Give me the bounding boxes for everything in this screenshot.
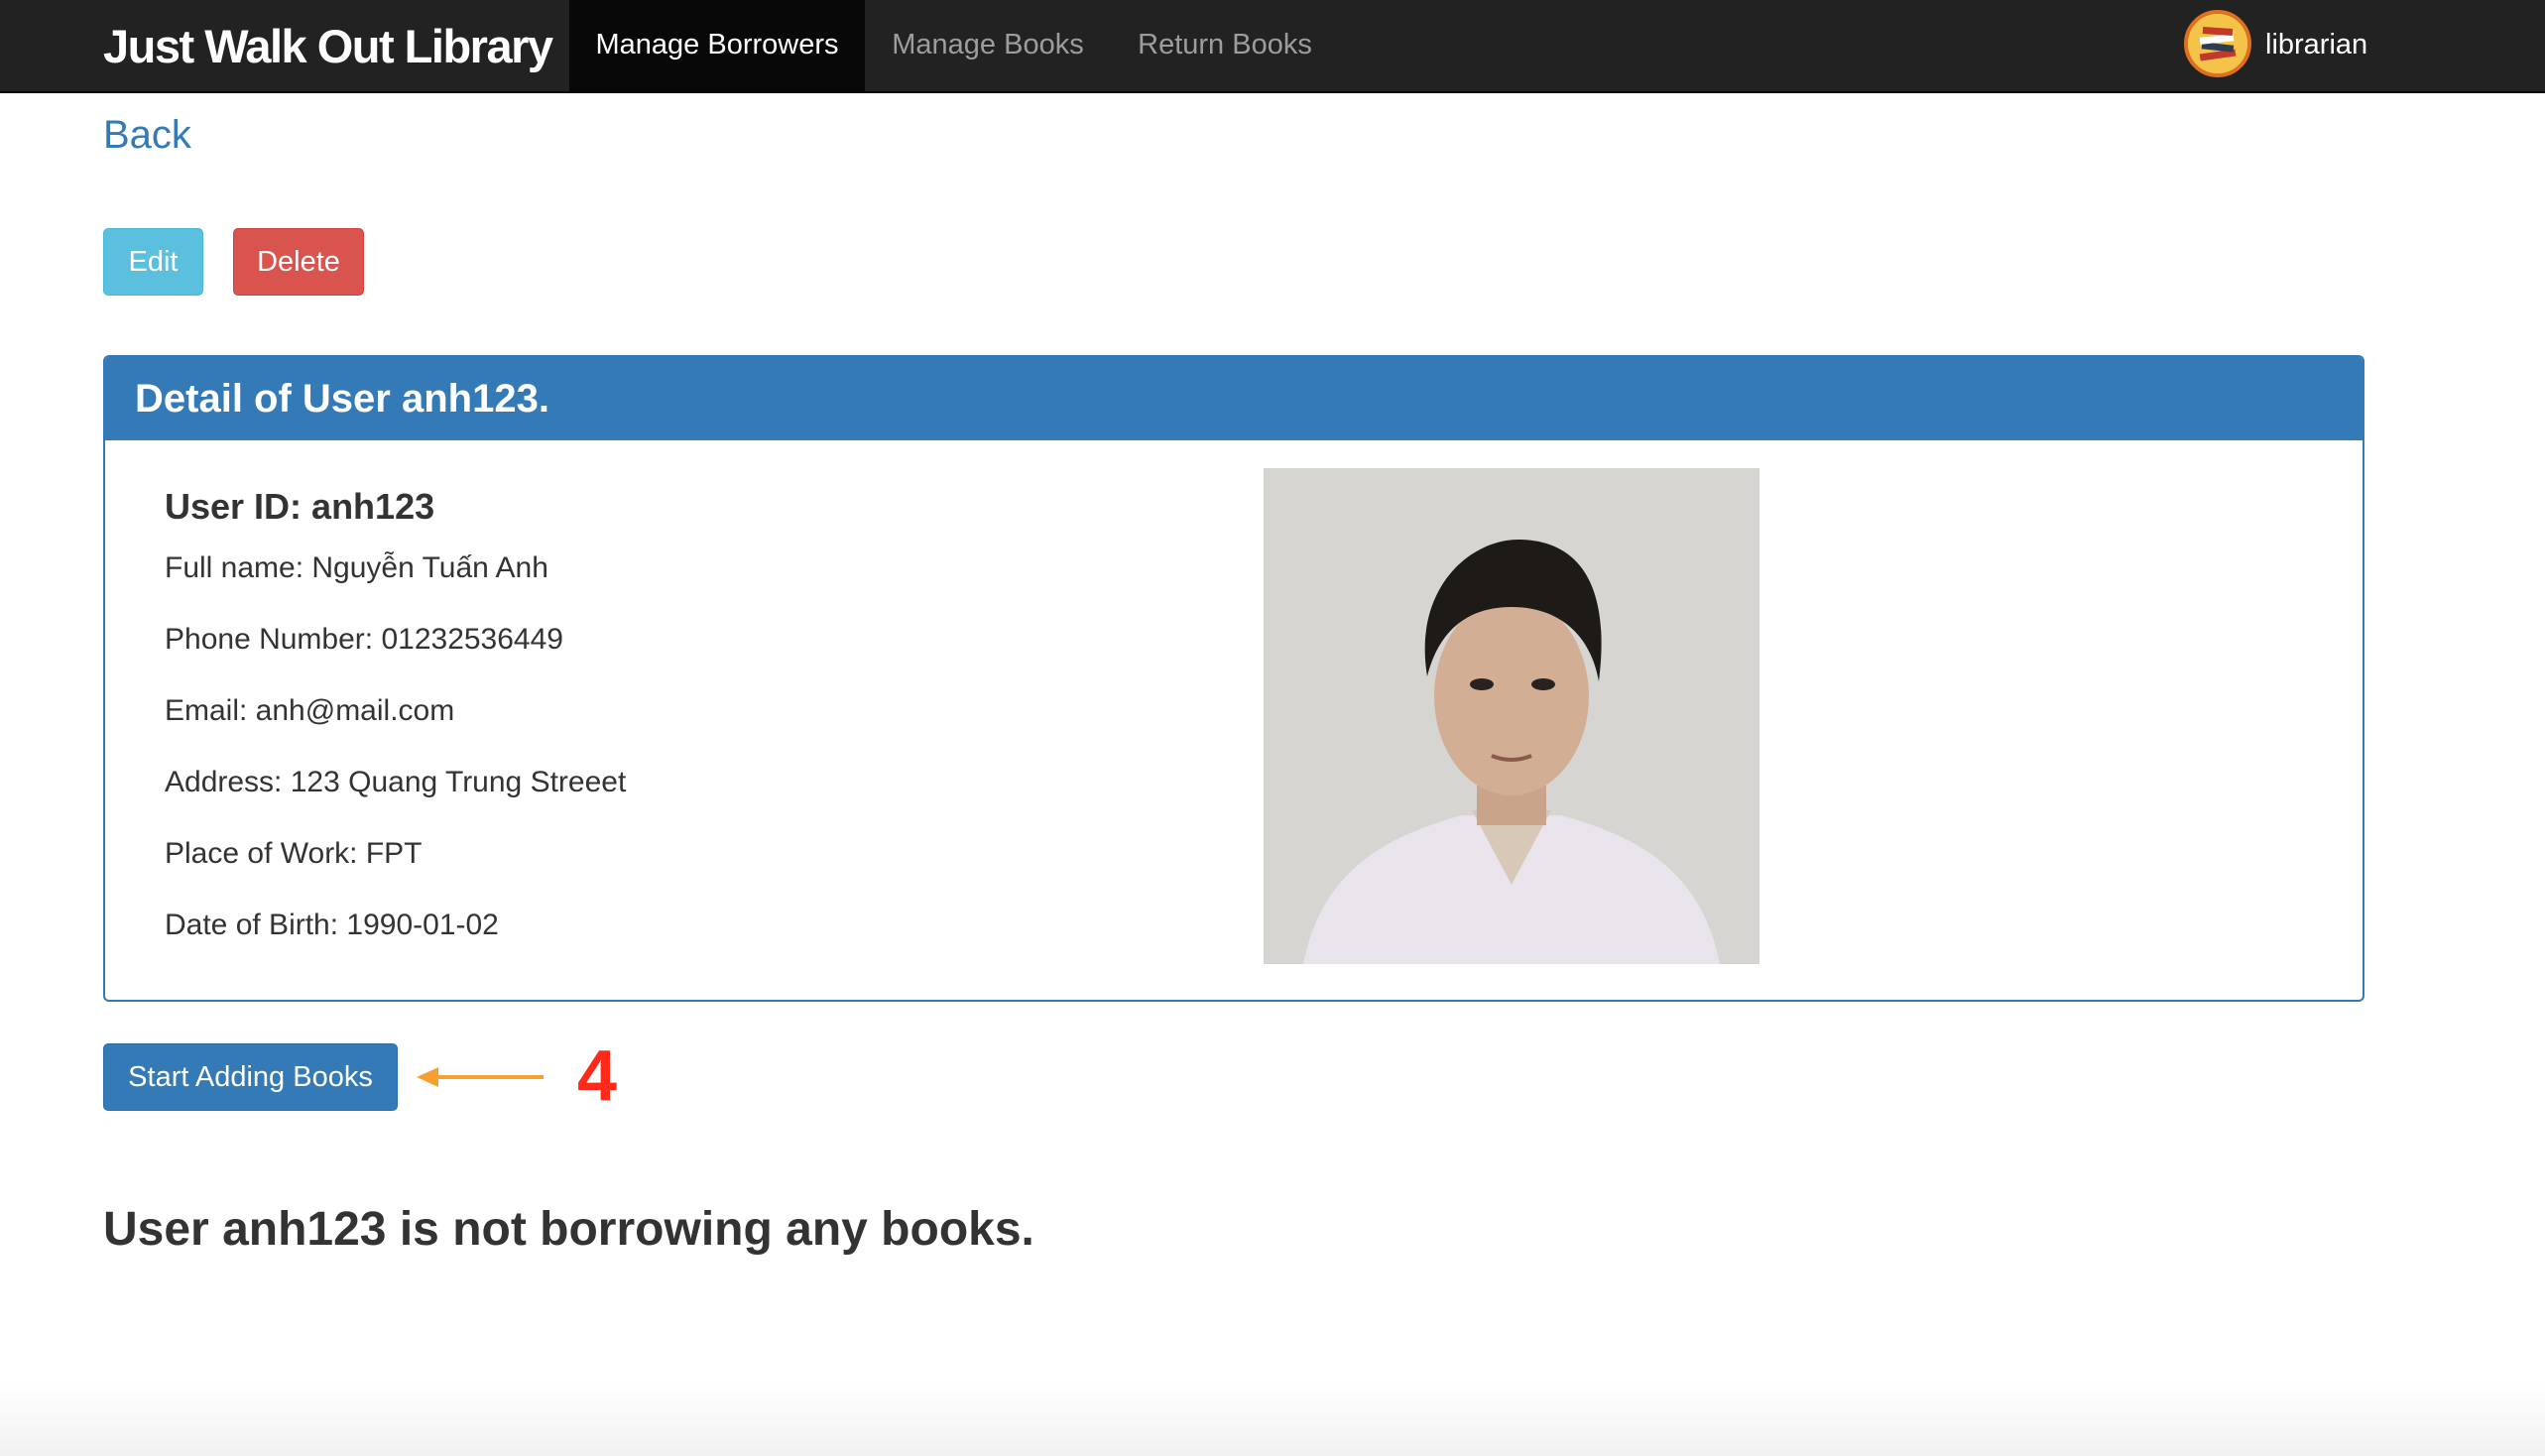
nav-manage-books[interactable]: Manage Books xyxy=(865,0,1111,93)
back-link[interactable]: Back xyxy=(103,113,191,158)
user-detail-panel: Detail of User anh123. User ID: anh123 F… xyxy=(103,355,2364,1002)
edit-button[interactable]: Edit xyxy=(103,228,203,296)
detail-place-of-work: Place of Work: FPT xyxy=(165,837,423,870)
annotation-step-number: 4 xyxy=(577,1036,618,1116)
brand-logo-text[interactable]: Just Walk Out Library xyxy=(103,0,553,93)
user-name: librarian xyxy=(2265,29,2368,61)
nav-return-books[interactable]: Return Books xyxy=(1111,0,1339,93)
page-footer xyxy=(0,1379,2545,1456)
detail-phone-number: Phone Number: 01232536449 xyxy=(165,623,563,656)
books-stack-icon xyxy=(2184,10,2251,77)
detail-address: Address: 123 Quang Trung Streeet xyxy=(165,766,627,798)
user-photo xyxy=(1264,468,1759,964)
nav-manage-borrowers[interactable]: Manage Borrowers xyxy=(569,0,865,93)
delete-button[interactable]: Delete xyxy=(233,228,364,296)
panel-title: Detail of User anh123. xyxy=(105,357,2363,440)
detail-date-of-birth: Date of Birth: 1990-01-02 xyxy=(165,909,499,941)
detail-email: Email: anh@mail.com xyxy=(165,694,455,727)
user-id: User ID: anh123 xyxy=(165,486,435,527)
top-navbar: Just Walk Out Library Manage Borrowers M… xyxy=(0,0,2545,93)
borrowing-status-message: User anh123 is not borrowing any books. xyxy=(103,1203,1034,1256)
detail-full-name: Full name: Nguyễn Tuấn Anh xyxy=(165,551,548,584)
start-adding-books-button[interactable]: Start Adding Books xyxy=(103,1043,398,1111)
annotation-arrow-icon xyxy=(417,1067,544,1087)
